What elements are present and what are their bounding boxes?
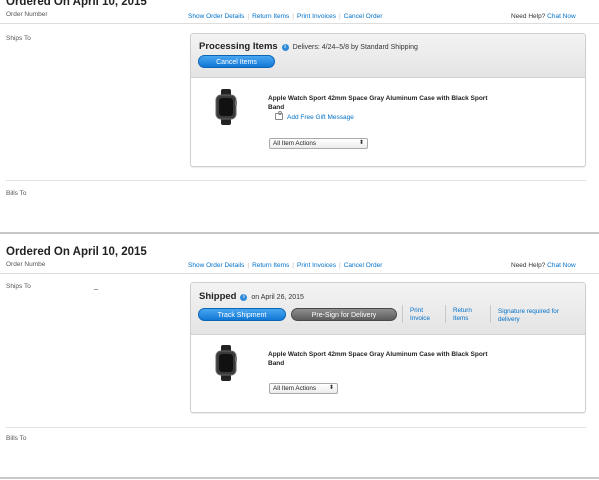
show-order-details-link[interactable]: Show Order Details [188, 13, 244, 20]
ships-to-label: Ships To [6, 35, 31, 42]
chat-now-link[interactable]: Chat Now [547, 13, 576, 20]
shipment-box: Processing Items i Delivers: 4/24–5/8 by… [190, 33, 586, 167]
order-number-label: Order Numbe [6, 261, 46, 268]
order-2: Ordered On April 10, 2015 Order Numbe Sh… [0, 240, 599, 480]
print-invoice-link[interactable]: Print Invoice [410, 307, 430, 323]
head-link-separator [490, 305, 491, 323]
return-items-line1: Return [453, 307, 472, 314]
signature-line1: Signature required for [498, 308, 559, 315]
shipment-header: Shipped i on April 26, 2015 Track Shipme… [191, 283, 585, 335]
add-gift-message-link[interactable]: Add Free Gift Message [275, 111, 354, 121]
cancel-order-link[interactable]: Cancel Order [344, 262, 383, 269]
head-link-separator [445, 305, 446, 323]
watch-image [215, 89, 237, 125]
bills-to-label: Bills To [6, 190, 27, 197]
watch-image [215, 345, 237, 381]
order-links: Show Order Details | Return Items | Print In… [188, 13, 383, 20]
bills-to-label: Bills To [6, 435, 27, 442]
order-number-label: Order Number [6, 11, 48, 18]
order-title: Ordered On April 10, 2015 [6, 246, 147, 258]
signature-line2: delivery [498, 316, 520, 323]
chat-now-link[interactable]: Chat Now [547, 262, 576, 269]
item-actions-select[interactable]: All Item Actions ⬍ [269, 138, 368, 149]
order-bottom-border [0, 232, 599, 234]
print-invoice-line1: Print [410, 307, 423, 314]
order-1: Ordered On April 10, 2015 Order Number S… [0, 0, 599, 236]
select-arrows-icon: ⬍ [358, 140, 364, 146]
ship-date: on April 26, 2015 [251, 294, 304, 301]
gift-link-label: Add Free Gift Message [287, 114, 354, 121]
section-divider [6, 180, 586, 181]
track-shipment-button[interactable]: Track Shipment [198, 308, 286, 321]
order-links: Show Order Details | Return Items | Print In… [188, 262, 383, 269]
return-items-link[interactable]: Return Items [252, 13, 289, 20]
cancel-order-link[interactable]: Cancel Order [344, 13, 383, 20]
print-invoices-link[interactable]: Print Invoices [297, 262, 336, 269]
print-invoices-link[interactable]: Print Invoices [297, 13, 336, 20]
section-divider [6, 427, 586, 428]
select-arrows-icon: ⬍ [328, 385, 334, 391]
shipment-box: Shipped i on April 26, 2015 Track Shipme… [190, 282, 586, 413]
print-invoice-line2: Invoice [410, 315, 430, 322]
header-divider [0, 23, 599, 24]
return-items-head-link[interactable]: Return Items [453, 307, 472, 323]
item-actions-value: All Item Actions [273, 140, 317, 147]
shipment-status: Shipped [199, 291, 237, 302]
item-actions-value: All Item Actions [273, 385, 317, 392]
cancel-items-button[interactable]: Cancel Items [198, 55, 275, 68]
help-text: Need Help? [511, 262, 546, 269]
shipment-status: Processing Items [199, 41, 278, 52]
delivery-estimate: Delivers: 4/24–5/8 by Standard Shipping [292, 44, 418, 51]
text-cursor-mark [94, 289, 98, 290]
return-items-link[interactable]: Return Items [252, 262, 289, 269]
shipment-header: Processing Items i Delivers: 4/24–5/8 by… [191, 34, 585, 78]
item-actions-select[interactable]: All Item Actions ⬍ [269, 383, 338, 394]
pre-sign-delivery-button[interactable]: Pre-Sign for Delivery [291, 308, 397, 321]
head-link-separator [402, 305, 403, 323]
gift-icon [275, 111, 283, 120]
help-area: Need Help? Chat Now [511, 13, 576, 20]
info-icon[interactable]: i [240, 294, 248, 301]
help-text: Need Help? [511, 13, 546, 20]
order-bottom-border [0, 477, 599, 479]
return-items-line2: Items [453, 315, 469, 322]
help-area: Need Help? Chat Now [511, 262, 576, 269]
item-title[interactable]: Apple Watch Sport 42mm Space Gray Alumin… [268, 94, 498, 112]
status-line: Shipped i on April 26, 2015 [199, 291, 304, 302]
order-title: Ordered On April 10, 2015 [6, 0, 147, 8]
item-title[interactable]: Apple Watch Sport 42mm Space Gray Alumin… [268, 350, 498, 368]
ships-to-label: Ships To [6, 283, 31, 290]
header-divider [0, 273, 599, 274]
signature-required-link[interactable]: Signature required for delivery [498, 308, 559, 324]
show-order-details-link[interactable]: Show Order Details [188, 262, 244, 269]
status-line: Processing Items i Delivers: 4/24–5/8 by… [199, 41, 418, 52]
info-icon[interactable]: i [281, 44, 289, 51]
